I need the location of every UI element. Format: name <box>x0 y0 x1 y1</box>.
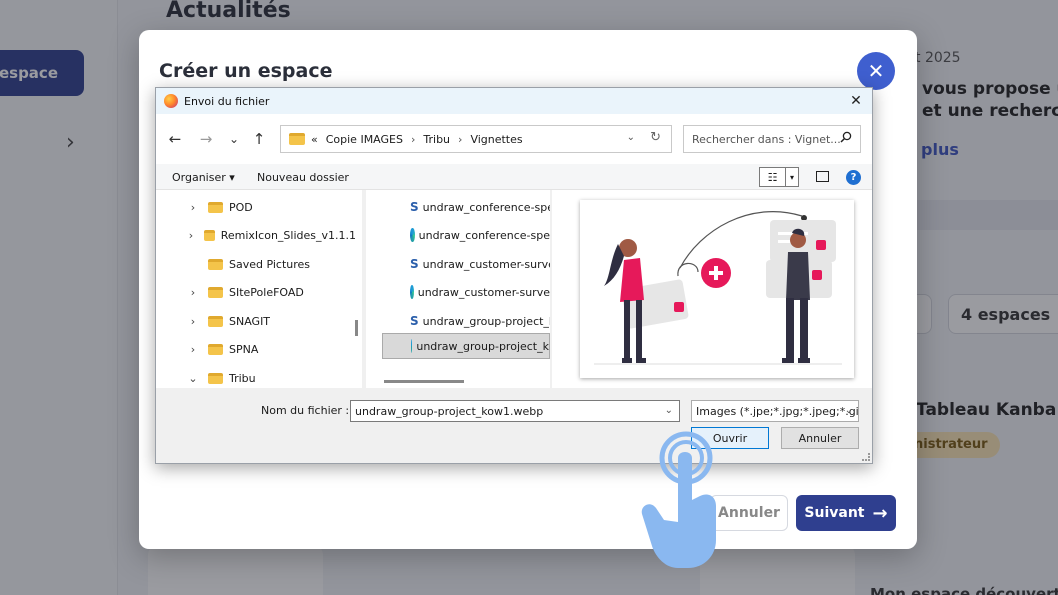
filetype-value: Images (*.jpe;*.jpg;*.jpeg;*.gi <box>696 405 859 418</box>
folder-icon <box>208 258 223 270</box>
tree-item-saved-pictures[interactable]: Saved Pictures <box>156 251 356 277</box>
tree-item-label: Tribu <box>229 371 256 385</box>
tree-scrollbar[interactable] <box>355 320 358 336</box>
navigation-bar: ← → ⌄ ↑ « Copie IMAGES › Tribu › Vignett… <box>156 114 872 164</box>
file-name: undraw_group-project_k <box>416 339 549 353</box>
filetype-dropdown-icon[interactable]: ⌄ <box>845 405 853 416</box>
recent-locations-chevron-icon[interactable]: ⌄ <box>223 128 245 150</box>
tree-item-label: SItePoleFOAD <box>229 285 304 299</box>
file-item[interactable]: S undraw_group-project_k <box>382 308 550 334</box>
breadcrumb-tribu[interactable]: Tribu <box>423 133 450 146</box>
dialog-titlebar[interactable]: Envoi du fichier ✕ <box>156 88 872 114</box>
tree-item-label: SPNA <box>229 342 259 356</box>
preview-pane <box>552 190 872 388</box>
filetype-select[interactable]: Images (*.jpe;*.jpg;*.jpeg;*.gi ⌄ <box>691 400 859 422</box>
refresh-icon[interactable]: ↻ <box>650 130 661 145</box>
tree-item-label: POD <box>229 200 253 214</box>
up-arrow-icon[interactable]: ↑ <box>248 128 270 150</box>
folder-icon <box>208 372 223 384</box>
expand-chevron-icon[interactable]: › <box>186 201 200 214</box>
file-name: undraw_customer-surve <box>417 285 550 299</box>
dialog-cancel-button[interactable]: Annuler <box>781 427 859 449</box>
preview-pane-icon[interactable] <box>816 171 829 182</box>
file-list: S undraw_conference-spe undraw_conferenc… <box>366 190 550 388</box>
filename-dropdown-icon[interactable]: ⌄ <box>665 405 673 416</box>
tree-item-label: RemixIcon_Slides_v1.1.1 <box>220 228 356 242</box>
folder-icon <box>204 229 215 241</box>
breadcrumb-copie-images[interactable]: Copie IMAGES <box>326 133 403 146</box>
address-dropdown-icon[interactable]: ⌄ <box>627 132 635 143</box>
tree-item-label: SNAGIT <box>229 314 271 328</box>
view-dropdown-icon[interactable]: ▾ <box>786 168 798 186</box>
resize-grip-icon[interactable] <box>862 453 870 461</box>
dialog-footer: Nom du fichier : undraw_group-project_ko… <box>156 388 872 463</box>
dialog-close-icon[interactable]: ✕ <box>846 91 866 111</box>
close-icon[interactable]: ✕ <box>857 52 895 90</box>
new-folder-button[interactable]: Nouveau dossier <box>257 171 349 184</box>
collapse-chevron-icon[interactable]: ⌄ <box>186 372 200 385</box>
svg-file-icon: S <box>410 257 419 271</box>
firefox-icon <box>164 94 178 108</box>
expand-chevron-icon[interactable]: › <box>186 315 200 328</box>
folder-icon <box>208 201 223 213</box>
filename-value: undraw_group-project_kow1.webp <box>355 405 544 418</box>
breadcrumb-separator-icon: › <box>458 132 463 146</box>
hand-tap-cursor-icon <box>630 430 730 570</box>
folder-icon <box>208 286 223 298</box>
address-bar[interactable]: « Copie IMAGES › Tribu › Vignettes ⌄ ↻ <box>280 125 672 153</box>
modal-title: Créer un espace <box>159 60 333 82</box>
expand-chevron-icon[interactable]: › <box>186 286 200 299</box>
tree-item-tribu[interactable]: ⌄ Tribu <box>156 365 356 388</box>
file-list-scrollbar[interactable] <box>384 380 464 383</box>
arrow-right-icon: → <box>872 502 888 524</box>
tree-item-spna[interactable]: › SPNA <box>156 336 356 362</box>
search-input[interactable]: Rechercher dans : Vignet... <box>683 125 861 153</box>
view-list-icon[interactable]: ☷ <box>760 168 786 186</box>
expand-chevron-icon[interactable]: › <box>186 343 200 356</box>
tree-item-sitepolefoad[interactable]: › SItePoleFOAD <box>156 279 356 305</box>
search-icon[interactable] <box>840 131 852 147</box>
breadcrumb-prefix[interactable]: « <box>311 133 318 146</box>
file-item[interactable]: undraw_conference-spe <box>382 222 550 248</box>
breadcrumb-vignettes[interactable]: Vignettes <box>470 133 522 146</box>
command-bar: Organiser ▾ Nouveau dossier ☷ ▾ ? <box>156 164 872 190</box>
edge-file-icon <box>410 285 414 299</box>
filename-label: Nom du fichier : <box>261 404 350 417</box>
edge-file-icon <box>410 228 415 242</box>
folder-tree: › POD › RemixIcon_Slides_v1.1.1 Saved Pi… <box>156 190 362 388</box>
dialog-title: Envoi du fichier <box>184 94 270 108</box>
file-upload-dialog: Envoi du fichier ✕ ← → ⌄ ↑ « Copie IMAGE… <box>155 87 873 464</box>
edge-file-icon <box>411 339 413 353</box>
view-options-button[interactable]: ☷ ▾ <box>759 167 799 187</box>
help-icon[interactable]: ? <box>846 170 861 185</box>
file-name: undraw_customer-surve <box>422 257 550 271</box>
search-placeholder: Rechercher dans : Vignet... <box>692 132 841 146</box>
file-name: undraw_group-project_k <box>422 314 550 328</box>
back-arrow-icon[interactable]: ← <box>164 128 186 150</box>
expand-chevron-icon[interactable]: › <box>186 229 196 242</box>
file-name: undraw_conference-spe <box>422 200 550 214</box>
file-item[interactable]: S undraw_conference-spe <box>382 194 550 220</box>
folder-icon <box>289 133 305 145</box>
next-button[interactable]: Suivant → <box>796 495 896 531</box>
folder-icon <box>208 315 223 327</box>
tree-item-snagit[interactable]: › SNAGIT <box>156 308 356 334</box>
next-button-label: Suivant <box>804 505 865 521</box>
tree-item-label: Saved Pictures <box>229 257 311 271</box>
svg-file-icon: S <box>410 314 419 328</box>
organize-menu[interactable]: Organiser ▾ <box>172 171 235 184</box>
file-item-selected[interactable]: undraw_group-project_k <box>382 333 550 359</box>
tree-item-pod[interactable]: › POD <box>156 194 356 220</box>
tree-item-remixicon[interactable]: › RemixIcon_Slides_v1.1.1 <box>156 222 356 248</box>
file-item[interactable]: S undraw_customer-surve <box>382 251 550 277</box>
folder-icon <box>208 343 223 355</box>
forward-arrow-icon[interactable]: → <box>195 128 217 150</box>
image-preview <box>580 200 854 378</box>
filename-input[interactable]: undraw_group-project_kow1.webp ⌄ <box>350 400 680 422</box>
file-name: undraw_conference-spe <box>418 228 550 242</box>
breadcrumb-separator-icon: › <box>410 132 416 146</box>
svg-file-icon: S <box>410 200 419 214</box>
file-item[interactable]: undraw_customer-surve <box>382 279 550 305</box>
